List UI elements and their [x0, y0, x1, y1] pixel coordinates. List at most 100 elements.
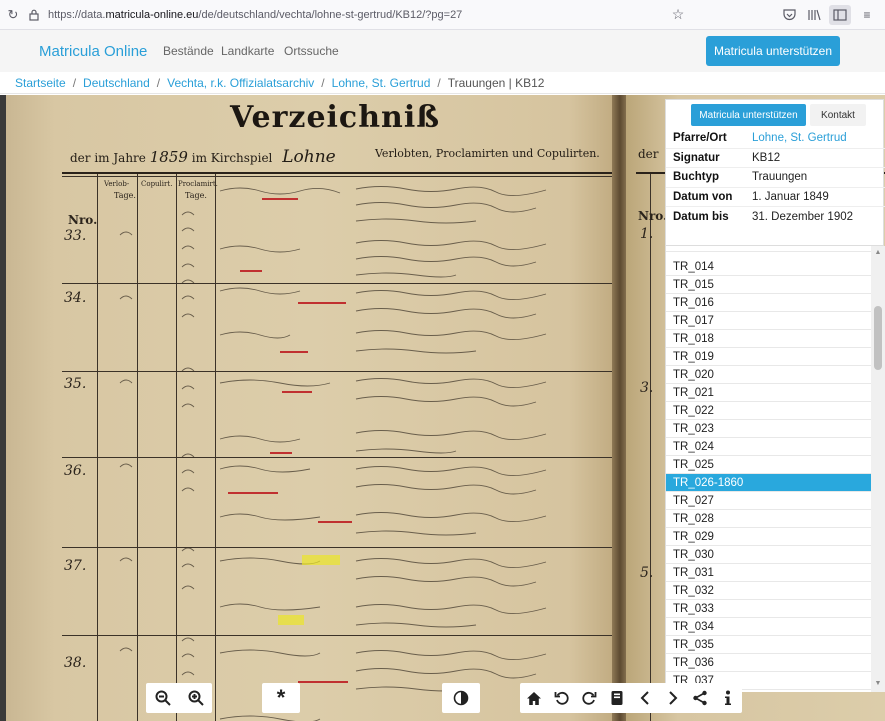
- list-item[interactable]: TR_024: [666, 438, 871, 456]
- scan-subtitle-next: der: [638, 147, 659, 161]
- scan-date-marks: [119, 211, 195, 676]
- menu-icon[interactable]: ≡: [856, 5, 878, 25]
- brand-logo[interactable]: Matricula Online: [39, 43, 147, 60]
- scan-entry-number: 3.: [640, 380, 654, 396]
- list-item[interactable]: TR_033: [666, 600, 871, 618]
- support-button[interactable]: Matricula unterstützen: [706, 36, 840, 66]
- list-item[interactable]: TR_025: [666, 456, 871, 474]
- scan-subtitle-right: Verlobten, Proclamirten und Copulirten.: [375, 147, 600, 160]
- list-item[interactable]: TR_036: [666, 654, 871, 672]
- scan-col-verlob: Verlob-: [104, 180, 130, 188]
- info-table: Pfarre/Ort Lohne, St. Gertrud Signatur KB1…: [666, 129, 885, 227]
- list-item[interactable]: TR_015: [666, 276, 871, 294]
- asterisk-icon[interactable]: *: [269, 685, 293, 710]
- home-icon[interactable]: [522, 686, 546, 710]
- breadcrumb-lohne[interactable]: Lohne, St. Gertrud: [332, 76, 431, 90]
- scan-handwriting: [219, 186, 547, 721]
- share-icon[interactable]: [688, 686, 712, 710]
- list-item[interactable]: TR_030: [666, 546, 871, 564]
- asterisk-toolbar: *: [262, 683, 300, 713]
- scan-col-tage: Tage.: [114, 191, 136, 200]
- scan-rule: [62, 172, 612, 174]
- info-row-datum-bis: Datum bis 31. Dezember 1902: [673, 210, 854, 223]
- list-item[interactable]: TR_021: [666, 384, 871, 402]
- info-row-buchtyp: Buchtyp Trauungen: [666, 168, 885, 188]
- zoom-in-icon[interactable]: [184, 686, 208, 710]
- list-item[interactable]: TR_017: [666, 312, 871, 330]
- info-contact-button[interactable]: Kontakt: [810, 104, 866, 126]
- navigation-toolbar: [520, 683, 742, 713]
- pocket-icon[interactable]: [778, 5, 800, 25]
- library-icon[interactable]: [804, 5, 826, 25]
- scan-entry-number: 5.: [640, 565, 654, 581]
- breadcrumb-current: Trauungen | KB12: [447, 75, 545, 90]
- list-item[interactable]: TR_035: [666, 636, 871, 654]
- prev-icon[interactable]: [633, 686, 657, 710]
- contrast-icon[interactable]: [449, 686, 473, 710]
- scan-entry-number: 37.: [64, 558, 87, 574]
- info-row-pfarre: Pfarre/Ort Lohne, St. Gertrud: [666, 129, 885, 149]
- scroll-thumb[interactable]: [874, 306, 882, 370]
- scan-col-tage: Tage.: [185, 191, 207, 200]
- book-icon[interactable]: [605, 686, 629, 710]
- breadcrumb-startseite[interactable]: Startseite: [15, 76, 66, 90]
- zoom-out-icon[interactable]: [151, 686, 175, 710]
- list-item[interactable]: TR_031: [666, 564, 871, 582]
- list-item[interactable]: TR_029: [666, 528, 871, 546]
- nav-ortssuche[interactable]: Ortssuche: [284, 44, 339, 58]
- breadcrumb-vechta[interactable]: Vechta, r.k. Offizialatsarchiv: [167, 76, 314, 90]
- zoom-toolbar: [146, 683, 212, 713]
- rotate-left-icon[interactable]: [550, 686, 574, 710]
- list-item[interactable]: TR_018: [666, 330, 871, 348]
- nav-bestaende[interactable]: Bestände: [163, 44, 214, 58]
- scan-entry-number: 1.: [640, 226, 654, 242]
- list-item-partial: [666, 246, 871, 252]
- image-list-scrollbar[interactable]: ▲ ▼: [871, 246, 885, 692]
- scan-subtitle-left: der im Jahre 1859 im Kirchspiel Lohne: [70, 147, 336, 167]
- contrast-toolbar: [442, 683, 480, 713]
- list-item[interactable]: TR_019: [666, 348, 871, 366]
- bookmark-star-icon[interactable]: ☆: [670, 6, 686, 22]
- scroll-up-icon[interactable]: ▲: [873, 248, 883, 258]
- image-list[interactable]: TR_014 TR_015 TR_016 TR_017 TR_018 TR_01…: [665, 246, 871, 692]
- breadcrumb: Startseite / Deutschland / Vechta, r.k. Of…: [0, 72, 885, 94]
- list-item[interactable]: TR_016: [666, 294, 871, 312]
- breadcrumb-deutschland[interactable]: Deutschland: [83, 76, 150, 90]
- list-item[interactable]: TR_028: [666, 510, 871, 528]
- scan-entry-number: 35.: [64, 376, 87, 392]
- scan-title: Verzeichniß: [230, 100, 441, 135]
- scan-col-proclam: Proclamirt.: [178, 180, 218, 188]
- scan-entry-number: 36.: [64, 463, 87, 479]
- info-row-signatur: Signatur KB12: [666, 149, 885, 168]
- list-item[interactable]: TR_020: [666, 366, 871, 384]
- address-bar[interactable]: https://data.matricula-online.eu/de/deut…: [48, 9, 462, 21]
- list-item[interactable]: TR_014: [666, 258, 871, 276]
- info-icon[interactable]: [716, 686, 740, 710]
- next-icon[interactable]: [661, 686, 685, 710]
- rotate-right-icon[interactable]: [577, 686, 601, 710]
- nav-landkarte[interactable]: Landkarte: [221, 44, 274, 58]
- list-item[interactable]: TR_023: [666, 420, 871, 438]
- sidebar-icon[interactable]: [829, 5, 851, 25]
- scan-col-copulirt: Copulirt.: [141, 180, 173, 188]
- site-navbar: Matricula Online Bestände Landkarte Orts…: [0, 30, 885, 72]
- reload-icon[interactable]: ↻: [4, 7, 22, 23]
- info-panel: Matricula unterstützen Kontakt Pfarre/Or…: [665, 99, 885, 246]
- scan-entry-number: 38.: [64, 655, 87, 671]
- scan-col-nro: Nro.: [68, 213, 98, 227]
- info-support-button[interactable]: Matricula unterstützen: [691, 104, 806, 126]
- scan-entry-number: 34.: [64, 290, 87, 306]
- parish-link[interactable]: Lohne, St. Gertrud: [752, 132, 847, 144]
- scroll-down-icon[interactable]: ▼: [873, 679, 883, 689]
- browser-toolbar: ↻ https://data.matricula-online.eu/de/de…: [0, 0, 885, 30]
- info-row-datum-von: Datum von 1. Januar 1849: [666, 188, 885, 207]
- list-item[interactable]: TR_034: [666, 618, 871, 636]
- list-item-active[interactable]: TR_026-1860: [666, 474, 871, 492]
- scan-rule: [650, 174, 651, 721]
- list-item[interactable]: TR_032: [666, 582, 871, 600]
- lock-icon[interactable]: [26, 9, 42, 21]
- scan-entry-number: 33.: [64, 228, 87, 244]
- list-item[interactable]: TR_027: [666, 492, 871, 510]
- list-item[interactable]: TR_022: [666, 402, 871, 420]
- scan-col-nro: Nro.: [638, 209, 668, 223]
